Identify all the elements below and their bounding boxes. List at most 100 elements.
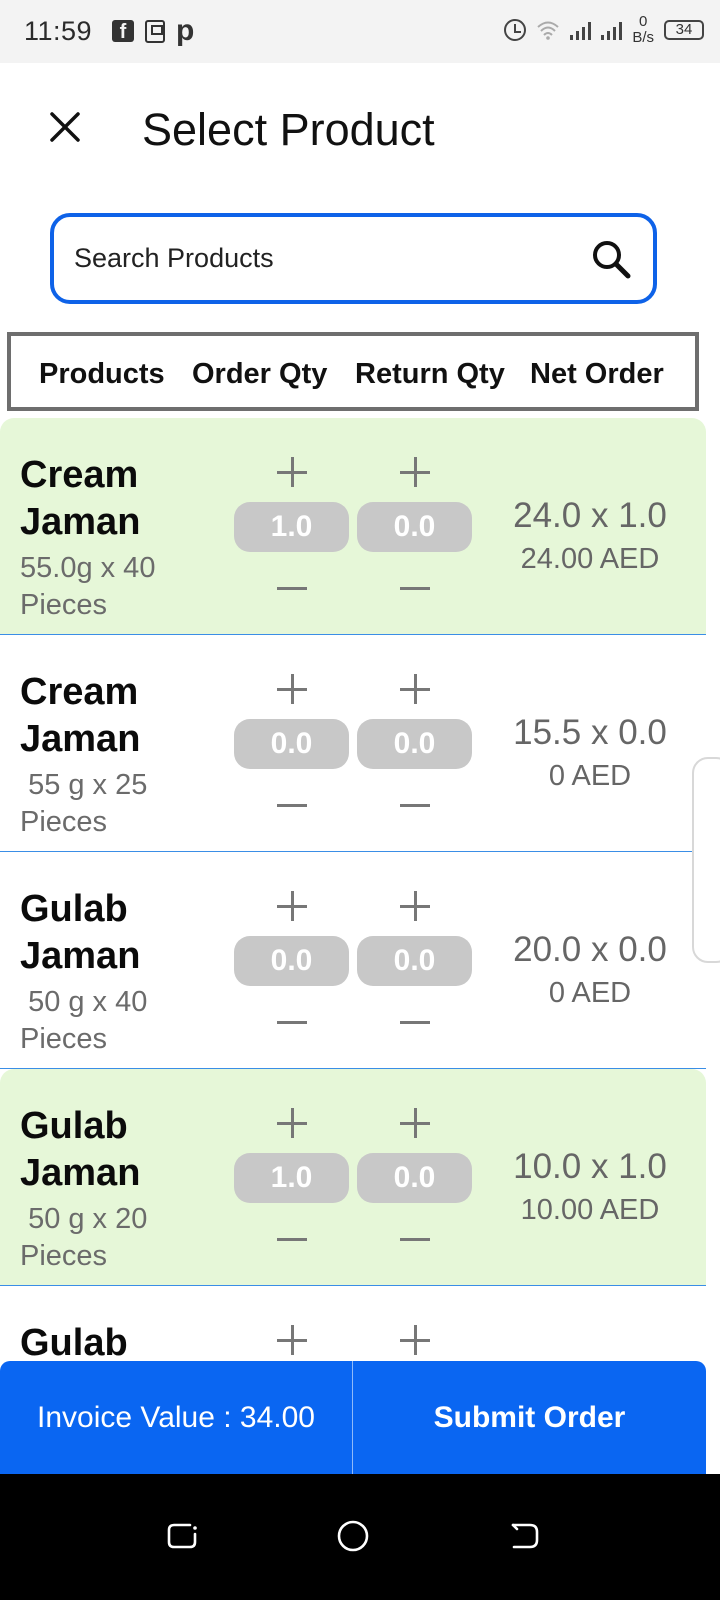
alarm-icon [504,19,527,41]
order-qty-field[interactable]: 1.0 [234,502,349,552]
return-qty-decrement-button[interactable] [357,1211,472,1263]
order-qty-stepper: 1.0 [234,1091,349,1261]
table-row[interactable]: Gulab Jaman 50 g x 40 Pieces 0.0 0.0 20.… [0,852,706,1069]
return-qty-stepper: 0.0 [357,440,472,610]
plus-icon [276,1108,307,1139]
table-row[interactable]: Gulab [0,1286,706,1366]
return-qty-stepper: 0.0 [357,657,472,827]
search-input[interactable] [74,217,554,300]
close-icon [50,112,80,142]
search-icon[interactable] [589,237,633,281]
return-qty-increment-button[interactable] [357,878,472,930]
bottom-action-bar: Invoice Value : 34.00 Submit Order [0,1361,706,1474]
net-order-amount: 10.00 AED [520,1194,660,1226]
return-qty-field[interactable]: 0.0 [357,936,472,986]
product-name: Cream Jaman [20,671,141,760]
return-qty-decrement-button[interactable] [357,560,472,612]
order-qty-increment-button[interactable] [234,661,349,713]
table-header: Products Order Qty Return Qty Net Order [7,332,699,411]
order-qty-stepper: 0.0 [234,657,349,827]
net-speed-unit: B/s [632,29,654,46]
net-order-calc: 24.0 x 1.0 [513,496,667,535]
plus-icon [276,1325,307,1356]
order-qty-decrement-button[interactable] [234,560,349,612]
order-qty-increment-button[interactable] [234,444,349,496]
minus-icon [399,803,430,807]
return-qty-stepper: 0.0 [357,874,472,1044]
order-qty-increment-button[interactable] [234,1095,349,1147]
minus-icon [399,1237,430,1241]
return-qty-decrement-button[interactable] [357,994,472,1046]
order-qty-decrement-button[interactable] [234,777,349,829]
p-icon: p [176,14,195,47]
net-order-amount: 24.00 AED [520,543,660,575]
order-qty-field[interactable]: 0.0 [234,936,349,986]
product-name: Cream Jaman [20,454,141,543]
back-icon[interactable] [506,1518,542,1554]
plus-icon [399,1108,430,1139]
table-row[interactable]: Gulab Jaman 50 g x 20 Pieces 1.0 0.0 10.… [0,1069,706,1286]
order-qty-decrement-button[interactable] [234,994,349,1046]
plus-icon [399,891,430,922]
table-row[interactable]: Cream Jaman 55 g x 25 Pieces 0.0 0.0 15.… [0,635,706,852]
product-name: Gulab [20,1322,128,1364]
return-qty-stepper [357,1308,472,1368]
return-qty-increment-button[interactable] [357,661,472,713]
signal-icon [601,20,623,40]
minus-icon [276,1237,307,1241]
order-qty-stepper [234,1308,349,1368]
facebook-icon: f [112,20,134,43]
product-name: Gulab Jaman [20,888,141,977]
plus-icon [276,457,307,488]
order-qty-field[interactable]: 1.0 [234,1153,349,1203]
return-qty-increment-button[interactable] [357,444,472,496]
side-panel-handle[interactable] [692,757,720,963]
return-qty-field[interactable]: 0.0 [357,502,472,552]
return-qty-field[interactable]: 0.0 [357,1153,472,1203]
return-qty-field[interactable]: 0.0 [357,719,472,769]
order-qty-increment-button[interactable] [234,1312,349,1364]
page-title: Select Product [142,104,435,155]
plus-icon [276,891,307,922]
product-size: 50 g x 20 Pieces [20,1203,156,1272]
battery-icon: 34 [664,20,704,40]
return-qty-increment-button[interactable] [357,1095,472,1147]
product-size: 50 g x 40 Pieces [20,986,156,1055]
status-bar: 11:59 f p 0 B/s 34 [0,0,720,63]
net-speed: 0 B/s [632,14,654,46]
minus-icon [276,1020,307,1024]
minus-icon [276,586,307,590]
column-header-order-qty: Order Qty [192,358,328,390]
search-box[interactable] [50,213,657,304]
order-qty-increment-button[interactable] [234,878,349,930]
signal-icon [570,20,592,40]
return-qty-stepper: 0.0 [357,1091,472,1261]
return-qty-increment-button[interactable] [357,1312,472,1364]
plus-icon [399,1325,430,1356]
product-name: Gulab Jaman [20,1105,141,1194]
status-time: 11:59 [24,16,93,46]
order-qty-decrement-button[interactable] [234,1211,349,1263]
plus-icon [276,674,307,705]
column-header-net-order: Net Order [530,358,664,390]
system-nav-bar [0,1474,720,1600]
column-header-products: Products [39,358,165,390]
net-speed-value: 0 [638,13,648,30]
plus-icon [399,674,430,705]
net-order-calc: 20.0 x 0.0 [513,930,667,969]
net-order-calc: 10.0 x 1.0 [513,1147,667,1186]
order-qty-stepper: 0.0 [234,874,349,1044]
close-button[interactable] [44,106,86,148]
home-icon[interactable] [335,1518,371,1554]
sim-icon [145,20,165,43]
recent-apps-icon[interactable] [164,1518,200,1554]
net-order-amount: 0 AED [548,760,632,792]
table-row[interactable]: Cream Jaman 55.0g x 40 Pieces 1.0 0.0 24… [0,418,706,635]
product-size: 55 g x 25 Pieces [20,769,156,838]
return-qty-decrement-button[interactable] [357,777,472,829]
plus-icon [399,457,430,488]
minus-icon [399,1020,430,1024]
submit-order-button[interactable]: Submit Order [353,1361,706,1474]
order-qty-field[interactable]: 0.0 [234,719,349,769]
status-icons: 0 B/s 34 [504,14,704,46]
